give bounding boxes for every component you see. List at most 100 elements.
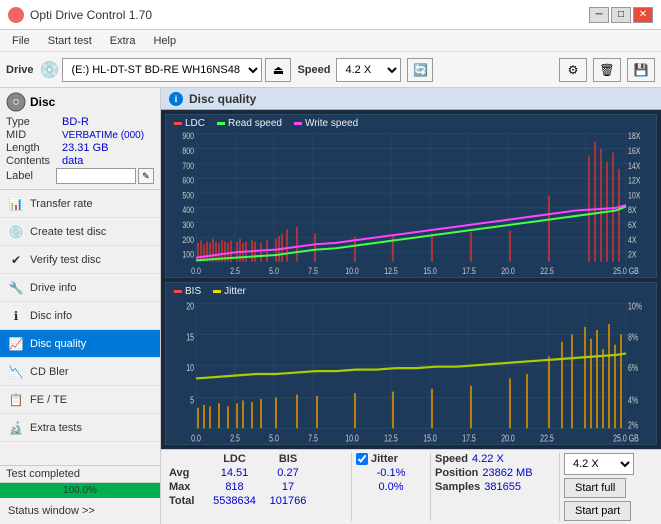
- speed-label: Speed: [297, 64, 330, 76]
- status-window-label: Status window >>: [8, 505, 95, 517]
- start-full-button[interactable]: Start full: [564, 478, 626, 498]
- svg-text:200: 200: [182, 234, 194, 245]
- toolbar: Drive 💿 (E:) HL-DT-ST BD-RE WH16NS48 1.D…: [0, 52, 661, 88]
- svg-text:100: 100: [182, 249, 194, 260]
- window-controls: ─ □ ✕: [589, 7, 653, 23]
- svg-text:10: 10: [186, 361, 194, 373]
- svg-text:10%: 10%: [628, 300, 642, 312]
- title-bar: Opti Drive Control 1.70 ─ □ ✕: [0, 0, 661, 30]
- disc-label-button[interactable]: ✎: [138, 168, 154, 184]
- svg-text:10.0: 10.0: [345, 432, 359, 444]
- sidebar-item-fe-te[interactable]: 📋 FE / TE: [0, 386, 160, 414]
- svg-text:20.0: 20.0: [501, 432, 515, 444]
- drive-info-icon: 🔧: [8, 280, 24, 296]
- svg-text:15.0: 15.0: [423, 265, 437, 276]
- save-button[interactable]: 💾: [627, 58, 655, 82]
- ldc-dot: [174, 122, 182, 125]
- nav-items: 📊 Transfer rate 💿 Create test disc ✔ Ver…: [0, 190, 160, 465]
- jitter-checkbox[interactable]: [356, 453, 368, 465]
- chart1-legend: LDC Read speed Write speed: [174, 118, 358, 129]
- read-speed-dot: [217, 122, 225, 125]
- max-ldc: 818: [207, 481, 262, 493]
- sidebar: Disc Type BD-R MID VERBATIMe (000) Lengt…: [0, 88, 161, 524]
- maximize-button[interactable]: □: [611, 7, 631, 23]
- sidebar-item-transfer-rate[interactable]: 📊 Transfer rate: [0, 190, 160, 218]
- start-part-button[interactable]: Start part: [564, 501, 631, 521]
- menu-start-test[interactable]: Start test: [40, 33, 100, 49]
- sidebar-item-drive-info[interactable]: 🔧 Drive info: [0, 274, 160, 302]
- settings-button[interactable]: ⚙: [559, 58, 587, 82]
- svg-text:400: 400: [182, 204, 194, 215]
- menu-file[interactable]: File: [4, 33, 38, 49]
- close-button[interactable]: ✕: [633, 7, 653, 23]
- svg-text:6X: 6X: [628, 219, 637, 230]
- svg-text:18X: 18X: [628, 130, 641, 141]
- svg-text:800: 800: [182, 145, 194, 156]
- svg-text:300: 300: [182, 219, 194, 230]
- mid-label: MID: [6, 129, 62, 141]
- stats-panel: LDC BIS Avg 14.51 0.27 Max 818 17 Total: [161, 449, 661, 524]
- create-test-disc-icon: 💿: [8, 224, 24, 240]
- extra-tests-icon: 🔬: [8, 420, 24, 436]
- disc-quality-icon: 📈: [8, 336, 24, 352]
- svg-text:20: 20: [186, 300, 194, 312]
- svg-text:2.5: 2.5: [230, 265, 240, 276]
- sidebar-item-label: Verify test disc: [30, 254, 101, 266]
- sidebar-item-label: Create test disc: [30, 226, 106, 238]
- eject-button[interactable]: ⏏: [265, 58, 291, 82]
- svg-text:22.5: 22.5: [540, 432, 554, 444]
- erase-button[interactable]: 🗑: [593, 58, 621, 82]
- refresh-button[interactable]: 🔄: [407, 58, 433, 82]
- sidebar-status: Test completed 100.0% Status window >>: [0, 465, 160, 524]
- legend-ldc: LDC: [174, 118, 205, 129]
- menu-help[interactable]: Help: [145, 33, 184, 49]
- speed-select[interactable]: 4.2 X: [336, 58, 401, 82]
- sidebar-item-label: Disc info: [30, 310, 72, 322]
- drive-select[interactable]: (E:) HL-DT-ST BD-RE WH16NS48 1.D3: [62, 58, 262, 82]
- disc-label-label: Label: [6, 170, 56, 182]
- avg-jitter: -0.1%: [377, 467, 406, 479]
- disc-panel: Disc Type BD-R MID VERBATIMe (000) Lengt…: [0, 88, 160, 190]
- total-label: Total: [169, 495, 205, 507]
- sidebar-item-label: CD Bler: [30, 366, 69, 378]
- minimize-button[interactable]: ─: [589, 7, 609, 23]
- disc-section-title: Disc: [30, 95, 55, 109]
- status-window-button[interactable]: Status window >>: [0, 498, 160, 524]
- svg-text:25.0 GB: 25.0 GB: [613, 265, 639, 276]
- position-value: 23862 MB: [482, 467, 532, 479]
- sidebar-item-create-test-disc[interactable]: 💿 Create test disc: [0, 218, 160, 246]
- disc-label-input[interactable]: [56, 168, 136, 184]
- disc-info-icon: ℹ: [8, 308, 24, 324]
- sidebar-item-verify-test-disc[interactable]: ✔ Verify test disc: [0, 246, 160, 274]
- menu-bar: File Start test Extra Help: [0, 30, 661, 52]
- max-bis: 17: [264, 481, 312, 493]
- avg-bis: 0.27: [264, 467, 312, 479]
- svg-text:12.5: 12.5: [384, 265, 398, 276]
- progress-percent: 100.0%: [0, 483, 160, 498]
- sidebar-item-label: FE / TE: [30, 394, 67, 406]
- svg-text:25.0 GB: 25.0 GB: [613, 432, 639, 444]
- samples-label: Samples: [435, 481, 480, 493]
- svg-text:2%: 2%: [628, 418, 638, 430]
- bis-dot: [174, 290, 182, 293]
- charts-area: LDC Read speed Write speed: [161, 110, 661, 449]
- svg-text:15: 15: [186, 330, 194, 342]
- ldc-header: LDC: [207, 453, 262, 465]
- sidebar-item-extra-tests[interactable]: 🔬 Extra tests: [0, 414, 160, 442]
- quality-icon: i: [169, 92, 183, 106]
- sidebar-item-disc-info[interactable]: ℹ Disc info: [0, 302, 160, 330]
- svg-text:10X: 10X: [628, 189, 641, 200]
- app-logo: [8, 7, 24, 23]
- test-speed-select[interactable]: 4.2 X: [564, 453, 634, 475]
- legend-write-speed: Write speed: [294, 118, 358, 129]
- svg-text:4X: 4X: [628, 234, 637, 245]
- divider2: [430, 453, 431, 521]
- chart1-svg: 0.0 2.5 5.0 7.5 10.0 12.5 15.0 17.5 20.0…: [166, 115, 656, 277]
- divider1: [351, 453, 352, 521]
- sidebar-item-cd-bler[interactable]: 📉 CD Bler: [0, 358, 160, 386]
- sidebar-item-disc-quality[interactable]: 📈 Disc quality: [0, 330, 160, 358]
- length-label: Length: [6, 142, 62, 154]
- svg-text:5: 5: [190, 394, 194, 406]
- menu-extra[interactable]: Extra: [102, 33, 144, 49]
- svg-text:700: 700: [182, 160, 194, 171]
